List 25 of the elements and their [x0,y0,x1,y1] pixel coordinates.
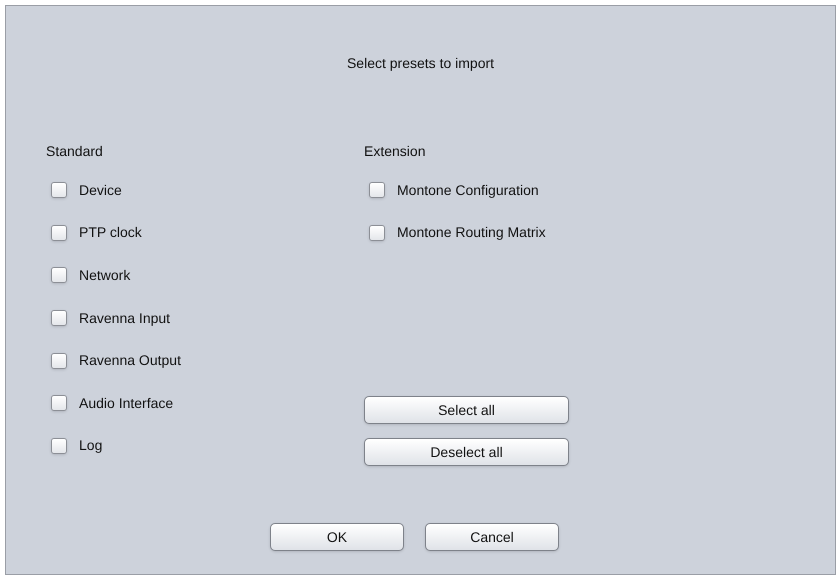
checkbox-label: Montone Configuration [397,180,539,200]
checkbox[interactable] [51,438,67,454]
checkbox[interactable] [369,182,385,198]
dialog-title: Select presets to import [346,54,494,73]
checkbox-label: Device [79,180,122,200]
checkbox[interactable] [51,352,67,369]
checkbox[interactable] [51,224,67,241]
group-heading: Extension [364,142,426,161]
push-button[interactable]: Cancel [425,523,559,552]
checkbox-label: Log [79,436,102,456]
checkbox-label: Montone Routing Matrix [397,223,546,242]
push-button[interactable]: OK [270,523,404,552]
checkbox[interactable] [51,310,67,326]
checkbox[interactable] [369,224,385,241]
checkbox-label: Network [79,266,130,285]
checkbox-label: Ravenna Input [79,308,170,328]
checkbox[interactable] [51,395,67,412]
checkbox[interactable] [51,182,67,198]
checkbox[interactable] [51,267,67,284]
checkbox-label: Audio Interface [79,394,174,413]
push-button[interactable]: Deselect all [364,438,569,466]
checkbox-label: Ravenna Output [79,351,181,370]
push-button[interactable]: Select all [364,396,569,424]
group-heading: Standard [46,142,103,161]
checkbox-label: PTP clock [79,223,142,242]
